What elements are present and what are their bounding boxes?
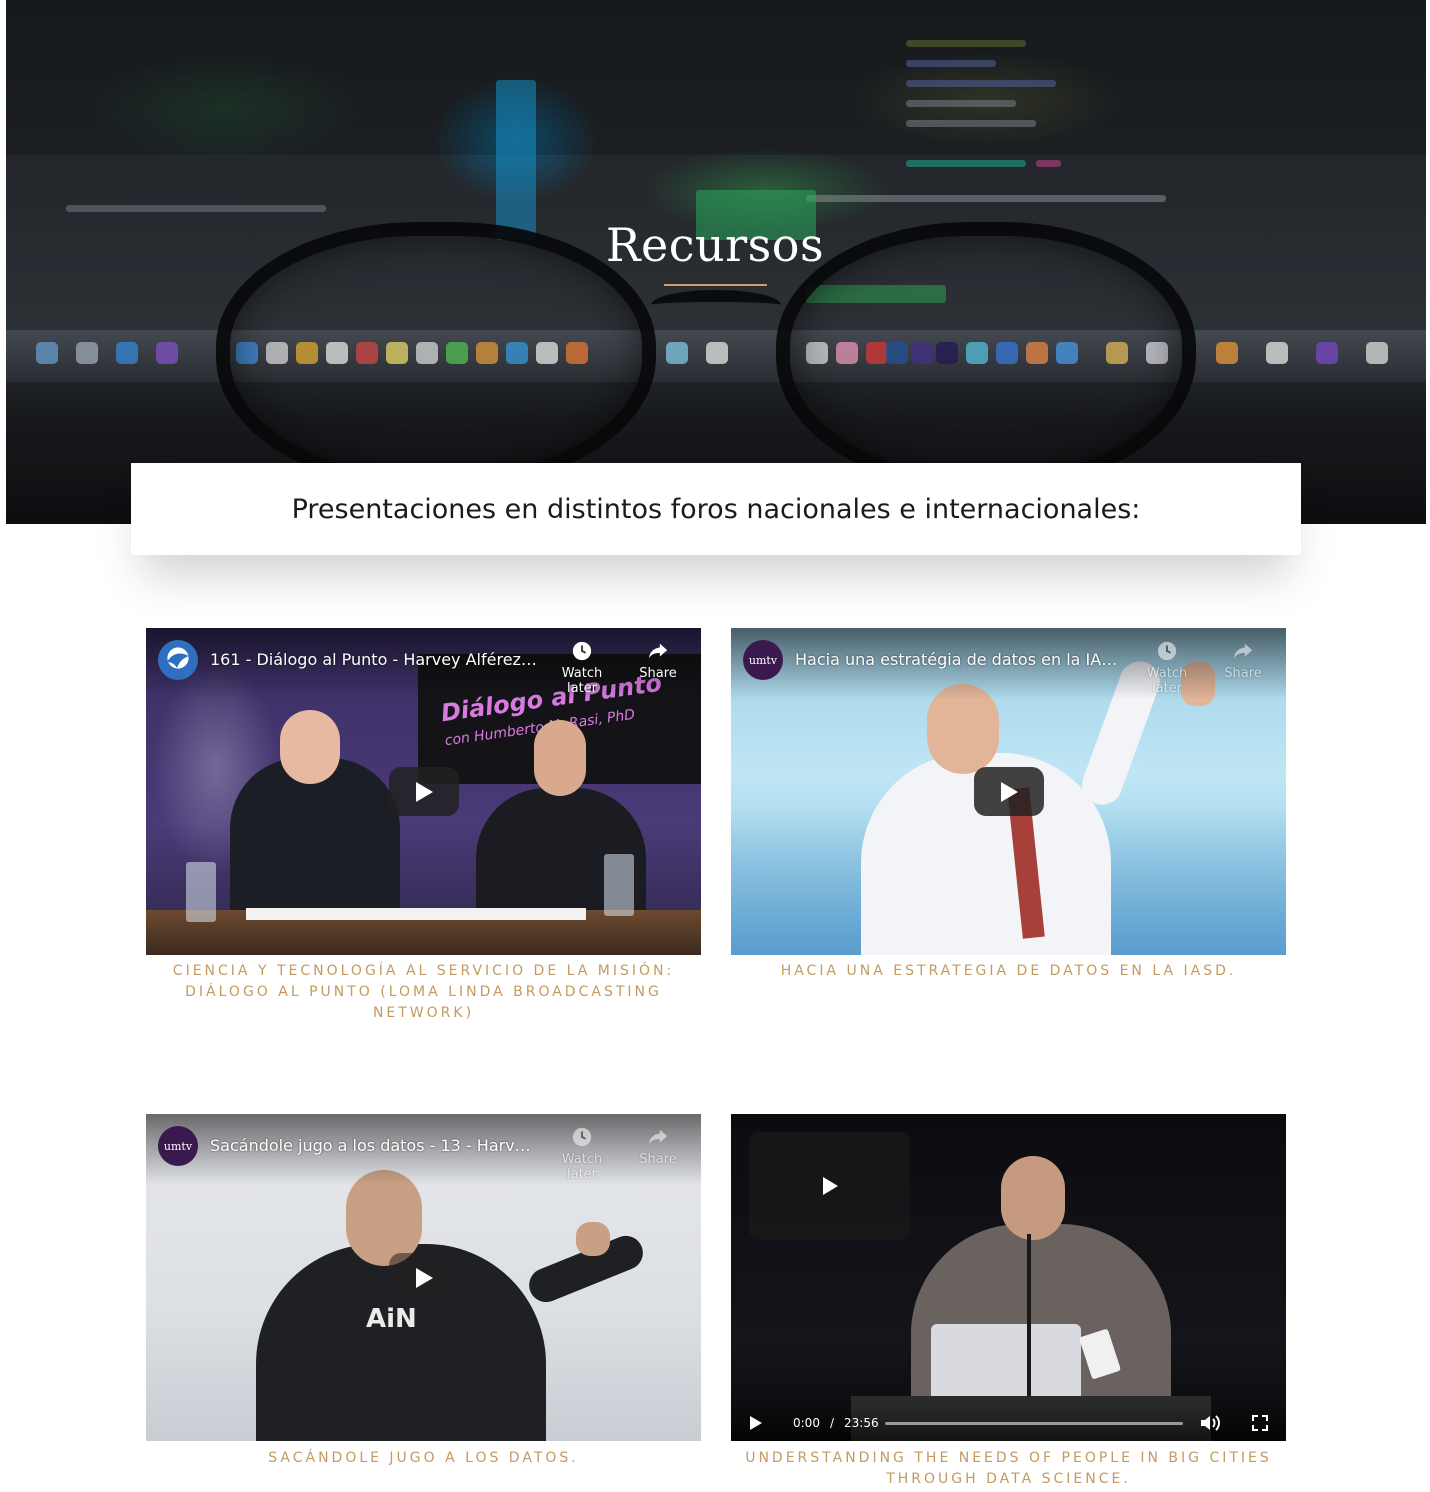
share-button[interactable]: Share xyxy=(623,640,693,681)
share-icon xyxy=(648,1129,668,1145)
clock-icon xyxy=(572,641,592,661)
volume-icon[interactable] xyxy=(1199,1413,1221,1433)
current-time: 0:00 xyxy=(793,1416,820,1430)
play-button[interactable] xyxy=(389,767,459,816)
title-divider xyxy=(664,284,767,286)
seek-bar[interactable] xyxy=(885,1422,1183,1425)
share-button[interactable]: Share xyxy=(623,1126,693,1167)
channel-logo[interactable]: umtv xyxy=(743,640,783,680)
duration: 23:56 xyxy=(844,1416,879,1430)
play-icon xyxy=(822,1177,838,1195)
video-player-big-cities[interactable]: 0:00 / 23:56 xyxy=(731,1114,1286,1441)
channel-logo[interactable]: umtv xyxy=(158,1126,198,1166)
player-controls: 0:00 / 23:56 xyxy=(731,1405,1286,1441)
time-separator: / xyxy=(830,1416,835,1430)
video-title[interactable]: Hacia una estratégia de datos en la IA… xyxy=(795,650,1125,669)
share-icon xyxy=(1233,643,1253,659)
play-button[interactable] xyxy=(974,767,1044,816)
laptop xyxy=(931,1324,1081,1404)
share-button[interactable]: Share xyxy=(1208,640,1278,681)
video-caption: Hacia una estrategia de datos en la IASD… xyxy=(780,963,1237,979)
microphone-stand xyxy=(1027,1234,1031,1414)
watch-later-button[interactable]: Watch later xyxy=(547,640,617,696)
watch-later-button[interactable]: Watch later xyxy=(1132,640,1202,696)
video-embed-sacandole-jugo[interactable]: AiN umtv Sacándole jugo a los datos - 13… xyxy=(146,1114,701,1441)
video-embed-dialogo-al-punto[interactable]: Diálogo al Punto con Humberto M. Rasi, P… xyxy=(146,628,701,955)
play-button-large[interactable] xyxy=(749,1132,910,1240)
play-icon xyxy=(1001,781,1018,802)
section-heading-card: Presentaciones en distintos foros nacion… xyxy=(131,463,1301,555)
share-icon xyxy=(648,643,668,659)
clock-icon xyxy=(1157,641,1177,661)
play-icon xyxy=(416,1267,433,1288)
clock-icon xyxy=(572,1127,592,1147)
play-icon[interactable] xyxy=(749,1415,763,1431)
fullscreen-icon[interactable] xyxy=(1251,1414,1269,1432)
video-caption: Sacándole jugo a los datos. xyxy=(268,1450,579,1466)
page-title: Recursos xyxy=(605,218,825,272)
video-title[interactable]: 161 - Diálogo al Punto - Harvey Alférez… xyxy=(210,650,540,669)
play-button[interactable] xyxy=(389,1253,459,1302)
channel-logo[interactable] xyxy=(158,640,198,680)
video-title[interactable]: Sacándole jugo a los datos - 13 - Harv… xyxy=(210,1136,540,1155)
section-heading: Presentaciones en distintos foros nacion… xyxy=(291,493,1141,525)
video-caption: Understanding the needs of people in big… xyxy=(745,1450,1272,1487)
play-icon xyxy=(416,781,433,802)
watch-later-button[interactable]: Watch later xyxy=(547,1126,617,1182)
video-embed-estrategia-datos[interactable]: umtv Hacia una estratégia de datos en la… xyxy=(731,628,1286,955)
video-caption: Ciencia y tecnología al servicio de la m… xyxy=(172,963,675,1021)
